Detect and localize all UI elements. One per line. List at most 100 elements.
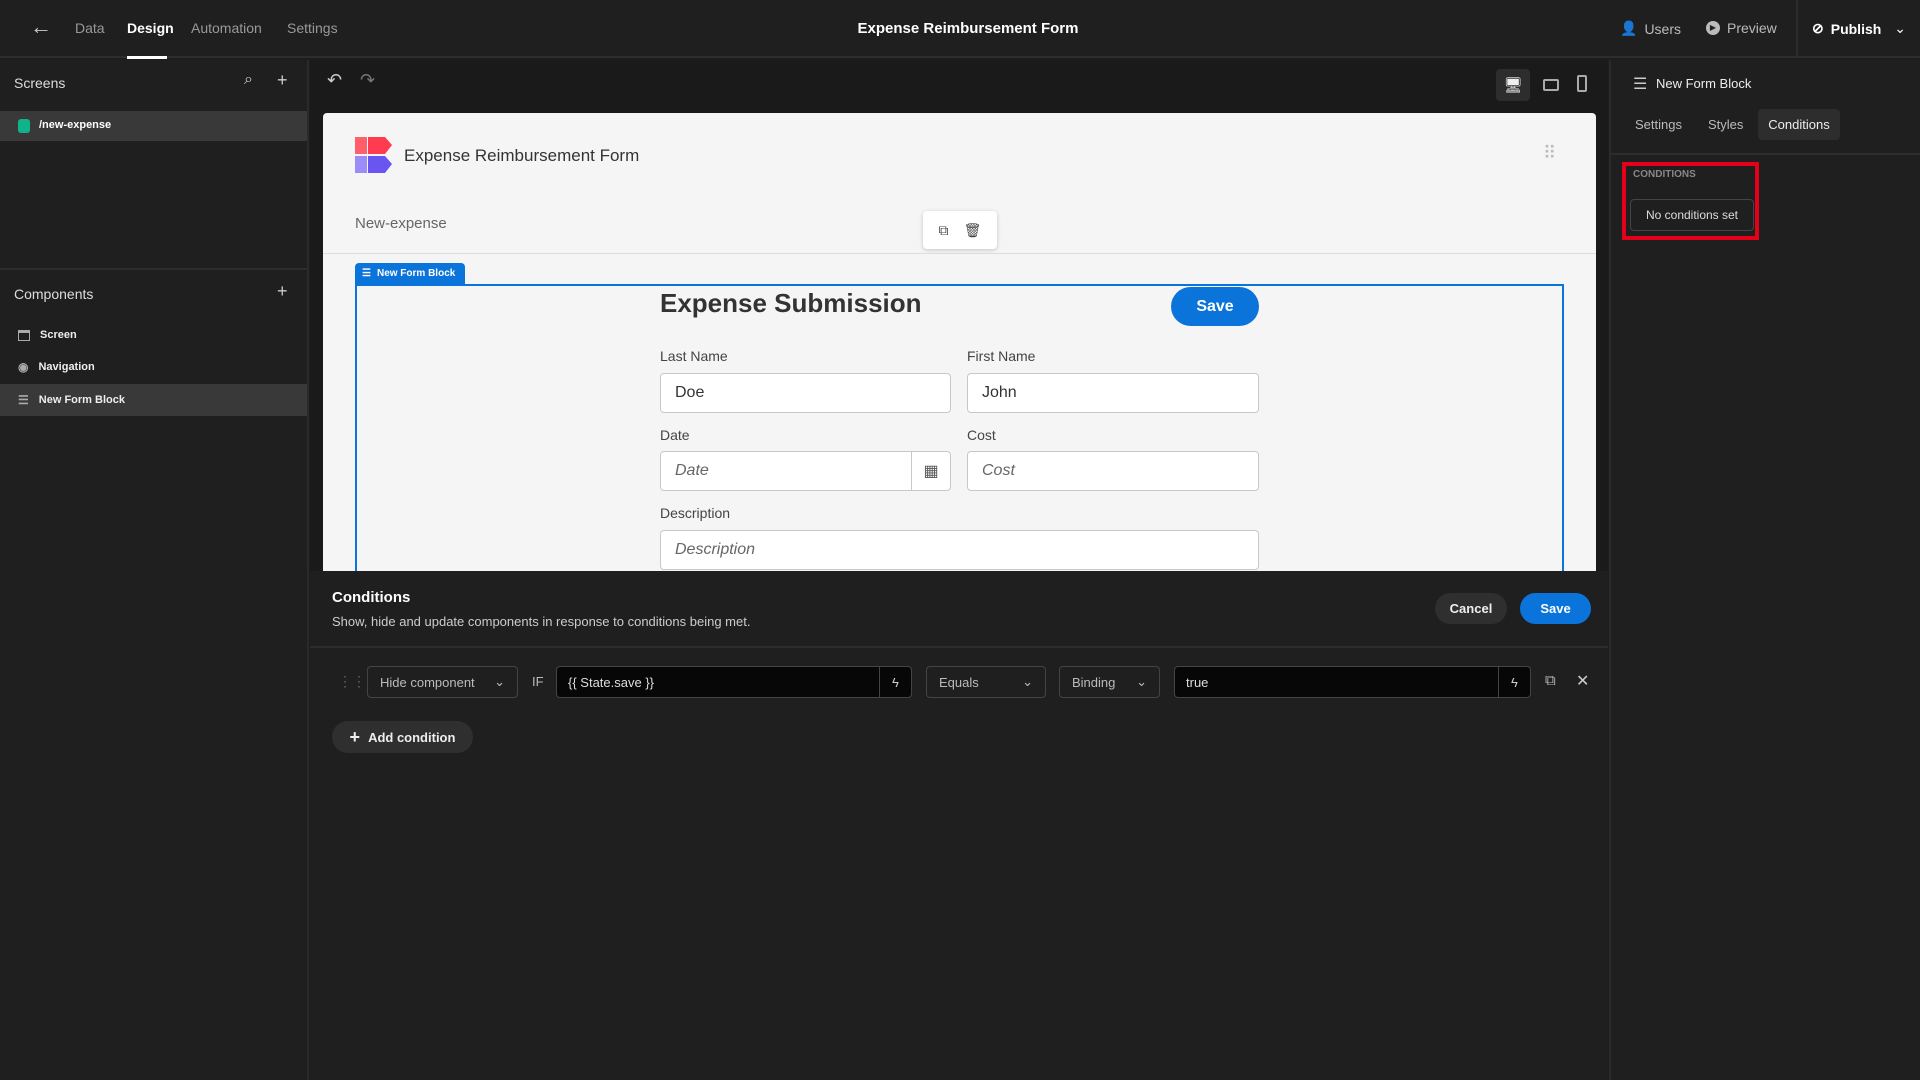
last-name-label: Last Name: [660, 348, 728, 364]
undo-icon[interactable]: ↶: [327, 70, 342, 91]
block-label-tag[interactable]: ☰ New Form Block: [355, 263, 465, 284]
screen-item-label: /new-expense: [39, 119, 112, 131]
users-icon: 👤: [1620, 20, 1638, 36]
condition-value-input[interactable]: true ϟ: [1174, 666, 1531, 698]
action-value: Hide component: [380, 674, 475, 690]
block-label: New Form Block: [376, 268, 456, 279]
first-name-input[interactable]: John: [967, 373, 1259, 413]
form-block[interactable]: Expense Submission Save Last Name Doe Fi…: [355, 284, 1564, 571]
components-heading: Components: [14, 286, 94, 302]
tab-settings[interactable]: Settings: [1635, 117, 1682, 132]
component-item-navigation[interactable]: ◉ Navigation: [0, 351, 307, 383]
plus-icon: +: [349, 726, 361, 747]
operator-value: Equals: [939, 674, 979, 690]
screen-item-new-expense[interactable]: /new-expense: [0, 111, 307, 141]
screen-name: New-expense: [355, 215, 447, 232]
drag-grid-icon[interactable]: ⠿: [1543, 143, 1556, 164]
preview-label: Preview: [1727, 20, 1777, 36]
active-tab-underline: [127, 56, 167, 59]
divider: [1796, 0, 1798, 58]
preview-button[interactable]: ▶ Preview: [1706, 20, 1777, 36]
remove-condition-icon[interactable]: ✕: [1576, 671, 1589, 691]
screens-heading: Screens: [14, 75, 66, 91]
cost-input[interactable]: Cost: [967, 451, 1259, 491]
search-icon[interactable]: ⌕: [244, 71, 253, 89]
chevron-down-icon: ⌄: [1136, 674, 1147, 689]
cancel-button[interactable]: Cancel: [1435, 593, 1507, 624]
description-input[interactable]: Description: [660, 530, 1259, 570]
conditions-section-label: CONDITIONS: [1633, 169, 1696, 180]
mobile-view-icon[interactable]: [1577, 75, 1587, 92]
play-icon: ▶: [1706, 21, 1720, 35]
tab-conditions[interactable]: Conditions: [1758, 109, 1840, 140]
lightning-bolt-icon[interactable]: ϟ: [879, 667, 911, 697]
divider: [310, 646, 1608, 648]
value-type-value: Binding: [1072, 674, 1116, 690]
properties-panel: ☰ New Form Block Settings Styles Conditi…: [1609, 60, 1920, 1080]
component-item-screen[interactable]: Screen: [0, 319, 307, 351]
publish-off-icon: ⊘: [1812, 20, 1824, 36]
form-block-icon: ☰: [1633, 76, 1648, 93]
screen-icon: [18, 329, 30, 341]
component-label: New Form Block: [38, 394, 125, 406]
binding-value: {{ State.save }}: [568, 674, 655, 690]
add-condition-button[interactable]: + Add condition: [332, 721, 473, 753]
duplicate-condition-icon[interactable]: ⧉: [1545, 672, 1556, 689]
drag-handle-icon[interactable]: ⋮⋮: [338, 673, 366, 690]
first-name-label: First Name: [967, 348, 1036, 364]
app-logo: [355, 137, 392, 173]
cost-label: Cost: [967, 427, 996, 443]
publish-label: Publish: [1830, 20, 1882, 37]
add-condition-label: Add condition: [368, 729, 456, 745]
tab-styles[interactable]: Styles: [1708, 117, 1743, 132]
component-item-new-form-block[interactable]: ☰ New Form Block: [0, 384, 307, 416]
add-component-icon[interactable]: +: [277, 281, 288, 302]
left-sidebar: Screens ⌕ + /new-expense Components + Sc…: [0, 60, 309, 1080]
screen-color-dot: [18, 119, 30, 133]
lightning-bolt-icon[interactable]: ϟ: [1498, 667, 1530, 697]
chevron-down-icon: ⌄: [1894, 20, 1907, 36]
component-toolbar: ⧉ 🗑: [923, 211, 997, 249]
value-type-select[interactable]: Binding ⌄: [1059, 666, 1160, 698]
eye-icon: ◉: [18, 360, 29, 374]
trash-icon[interactable]: 🗑: [964, 222, 982, 239]
action-select[interactable]: Hide component ⌄: [367, 666, 518, 698]
redo-icon[interactable]: ↷: [360, 70, 375, 91]
divider: [0, 268, 307, 270]
date-input[interactable]: Date ▦: [660, 451, 951, 491]
conditions-drawer: Conditions Show, hide and update compone…: [310, 571, 1608, 1080]
divider: [1611, 153, 1920, 155]
description-label: Description: [660, 505, 731, 521]
publish-button[interactable]: ⊘ Publish ⌄: [1812, 20, 1906, 37]
component-label: Navigation: [38, 361, 95, 373]
save-button[interactable]: Save: [1520, 593, 1591, 624]
component-label: Screen: [40, 329, 77, 341]
conditions-subtitle: Show, hide and update components in resp…: [332, 614, 751, 629]
last-name-input[interactable]: Doe: [660, 373, 951, 413]
date-label: Date: [660, 427, 690, 443]
calendar-icon[interactable]: ▦: [911, 452, 950, 490]
app-title: Expense Reimbursement Form: [404, 146, 640, 165]
users-label: Users: [1644, 20, 1681, 37]
divider: [323, 253, 1596, 254]
chevron-down-icon: ⌄: [494, 674, 505, 689]
duplicate-icon[interactable]: ⧉: [939, 222, 949, 239]
top-bar: ← Data Design Automation Settings Expens…: [0, 0, 1920, 59]
date-placeholder: Date: [675, 462, 709, 479]
form-icon: ☰: [362, 268, 371, 279]
form-icon: ☰: [18, 393, 29, 407]
users-button[interactable]: 👤 Users: [1620, 20, 1681, 37]
form-title: Expense Submission: [660, 288, 922, 318]
conditions-title: Conditions: [332, 589, 411, 606]
desktop-view-icon[interactable]: 🖥: [1496, 69, 1530, 101]
add-screen-icon[interactable]: +: [277, 70, 288, 91]
screen-preview: Expense Reimbursement Form ⠿ New-expense…: [323, 113, 1596, 571]
tablet-view-icon[interactable]: [1543, 79, 1559, 91]
operator-select[interactable]: Equals ⌄: [926, 666, 1046, 698]
condition-binding-input[interactable]: {{ State.save }} ϟ: [556, 666, 912, 698]
form-save-button[interactable]: Save: [1171, 287, 1259, 326]
if-label: IF: [532, 674, 544, 689]
chevron-down-icon: ⌄: [1022, 674, 1033, 689]
panel-title: New Form Block: [1656, 76, 1752, 91]
no-conditions-button[interactable]: No conditions set: [1630, 199, 1754, 231]
